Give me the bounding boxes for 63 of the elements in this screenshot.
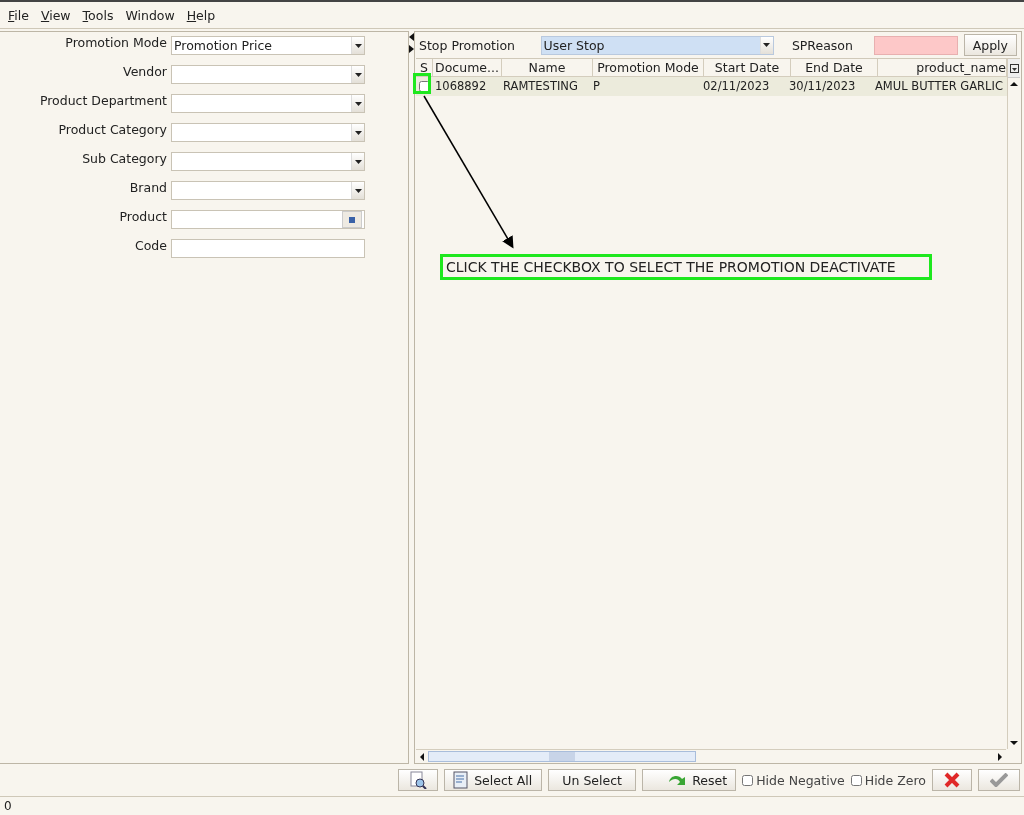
row-checkbox[interactable] (418, 81, 430, 92)
option-label: Hide Negative (756, 772, 845, 788)
column-chooser-icon[interactable] (1008, 59, 1020, 78)
menu-item[interactable]: View (36, 5, 75, 25)
select-all-button[interactable]: Select All (444, 769, 543, 791)
unselect-button[interactable]: Un Select (548, 769, 637, 791)
reason-label: SPReason (790, 37, 854, 53)
field-label: Brand (128, 180, 168, 195)
cancel-button[interactable] (932, 769, 972, 791)
field-label: Promotion Mode (64, 35, 168, 50)
caret-icon (763, 43, 771, 47)
code-field[interactable] (171, 239, 365, 258)
menu-item[interactable]: File (4, 5, 33, 25)
magnifier-icon (409, 771, 428, 789)
preview-button[interactable] (398, 769, 439, 791)
table-row[interactable]: 1068892 RAMTESTING P 02/11/2023 30/11/2023 AMUL BUTTER GARLIC (416, 77, 1007, 96)
menu-item[interactable]: Window (121, 5, 179, 25)
field-label: Code (134, 238, 168, 253)
field-label: Vendor (122, 64, 168, 79)
reason-field[interactable] (873, 35, 958, 55)
option-checkbox[interactable] (742, 774, 754, 786)
dropdown-field[interactable] (171, 94, 365, 113)
option-checkbox[interactable] (850, 774, 862, 786)
field-label: Product Department (38, 93, 168, 108)
square-icon (349, 216, 355, 223)
apply-button[interactable]: Apply (963, 34, 1017, 56)
reset-button[interactable]: Reset (642, 769, 737, 791)
table-cell-text: RAMTESTING (502, 78, 579, 95)
dropdown-field[interactable] (171, 181, 365, 200)
instruction-callout: CLICK THE CHECKBOX TO SELECT THE PROMOTION DEACTIVATE (440, 254, 932, 280)
caret-icon (354, 159, 362, 164)
table-cell-text: 1068892 (434, 78, 488, 95)
caret-icon (354, 43, 362, 48)
caret-icon (354, 101, 362, 106)
table-cell-text: P (592, 78, 601, 95)
dropdown-field[interactable] (171, 123, 365, 142)
menu-item[interactable]: Help (182, 5, 220, 25)
lookup-button[interactable] (342, 211, 362, 228)
document-icon (453, 771, 470, 789)
stop-type-dropdown[interactable]: User Stop (540, 35, 774, 55)
lookup-field[interactable] (171, 210, 365, 229)
caret-icon (354, 188, 362, 193)
stop-promotion-label: Stop Promotion (419, 37, 516, 53)
field-label: Product Category (57, 122, 168, 137)
caret-icon (354, 130, 362, 135)
table-cell-text: AMUL BUTTER GARLIC (874, 78, 1004, 95)
caret-icon (354, 72, 362, 77)
splitter-arrows-icon[interactable] (409, 33, 414, 53)
option-label: Hide Zero (864, 772, 926, 788)
field-label: Sub Category (81, 151, 168, 166)
close-icon (944, 772, 960, 788)
checkmark-icon (990, 773, 1008, 787)
table-cell-text: 02/11/2023 (702, 78, 771, 95)
scrollbar-thumb[interactable] (428, 751, 696, 762)
dropdown-field[interactable]: Promotion Price (171, 36, 365, 55)
menu-item[interactable]: Tools (78, 5, 118, 25)
status-text: 0 (0, 796, 1024, 815)
table-cell-text: 30/11/2023 (788, 78, 857, 95)
dropdown-field[interactable] (171, 152, 365, 171)
field-label: Product (118, 209, 168, 224)
dropdown-field[interactable] (171, 65, 365, 84)
highlight-frame (413, 73, 431, 94)
ok-button[interactable] (978, 769, 1020, 791)
